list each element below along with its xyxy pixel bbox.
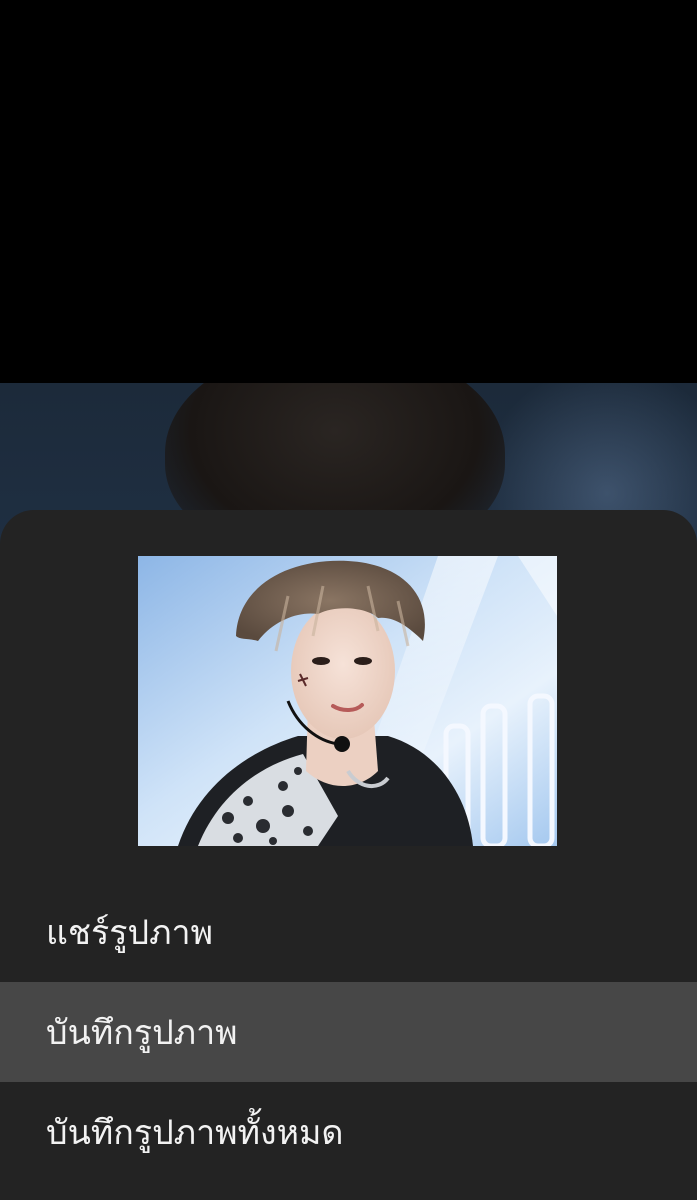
share-image-label: แชร์รูปภาพ <box>46 913 214 953</box>
save-all-images-label: บันทึกรูปภาพทั้งหมด <box>46 1113 344 1153</box>
save-image-label: บันทึกรูปภาพ <box>46 1013 238 1053</box>
preview-photo <box>138 556 557 846</box>
share-image-menu-item[interactable]: แชร์รูปภาพ <box>0 882 697 982</box>
top-blank-area[interactable] <box>0 0 697 383</box>
save-image-menu-item[interactable]: บันทึกรูปภาพ <box>0 982 697 1082</box>
image-preview <box>138 556 557 846</box>
options-menu: แชร์รูปภาพ บันทึกรูปภาพ บันทึกรูปภาพทั้ง… <box>0 882 697 1182</box>
save-all-images-menu-item[interactable]: บันทึกรูปภาพทั้งหมด <box>0 1082 697 1182</box>
image-options-sheet: แชร์รูปภาพ บันทึกรูปภาพ บันทึกรูปภาพทั้ง… <box>0 510 697 1200</box>
screen: แชร์รูปภาพ บันทึกรูปภาพ บันทึกรูปภาพทั้ง… <box>0 0 697 1200</box>
